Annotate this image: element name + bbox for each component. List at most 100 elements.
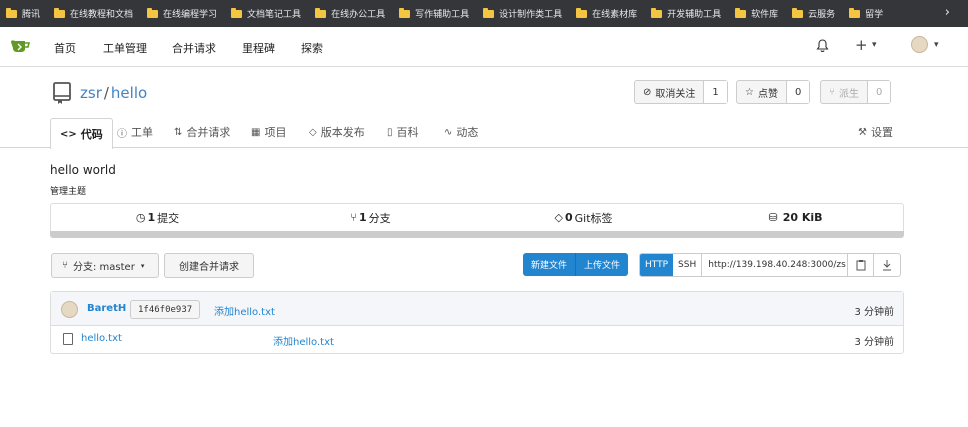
avatar[interactable] xyxy=(61,301,78,318)
database-icon: ⛁ xyxy=(768,211,778,224)
bookmark-folder[interactable]: 在线素材库 xyxy=(576,7,637,20)
clone-url-input[interactable]: http://139.198.40.248:3000/zs xyxy=(702,254,849,276)
file-icon xyxy=(63,333,73,345)
commit-message[interactable]: 添加hello.txt xyxy=(214,303,275,318)
repo-separator: / xyxy=(103,84,109,102)
pull-request-icon: ⇅ xyxy=(174,126,183,138)
eye-slash-icon: ⊘ xyxy=(643,86,652,98)
tools-icon: ⚒ xyxy=(858,126,867,138)
file-actions: 新建文件 上传文件 xyxy=(523,253,629,276)
folder-icon xyxy=(483,7,495,18)
unwatch-button[interactable]: ⊘ 取消关注 xyxy=(635,81,705,103)
bookmark-folder[interactable]: 文档笔记工具 xyxy=(231,7,301,20)
tag-icon: ◇ xyxy=(554,211,563,224)
branch-icon: ⑂ xyxy=(350,211,357,224)
top-navigation: 首页 工单管理 合并请求 里程碑 探索 + ▾ ▾ xyxy=(0,27,968,67)
folder-icon xyxy=(6,7,17,18)
folder-icon xyxy=(792,7,804,18)
nav-milestones[interactable]: 里程碑 xyxy=(242,40,275,56)
file-commit-message[interactable]: 添加hello.txt xyxy=(273,333,334,348)
bookmark-folder[interactable]: 在线教程和文档 xyxy=(54,7,133,20)
bookmark-folder[interactable]: 在线编程学习 xyxy=(147,7,217,20)
http-clone-button[interactable]: HTTP xyxy=(640,254,674,276)
bookmark-item[interactable]: 腾讯 xyxy=(6,7,40,20)
history-icon: ◷ xyxy=(135,211,146,224)
file-name[interactable]: hello.txt xyxy=(81,333,122,344)
bookmark-folder[interactable]: 云服务 xyxy=(792,7,835,20)
commit-sha-button[interactable]: 1f46f0e937 xyxy=(130,300,201,319)
chevron-down-icon[interactable]: ▾ xyxy=(934,40,939,50)
tab-settings[interactable]: ⚒ 设置 xyxy=(858,124,893,140)
tab-pull-requests[interactable]: ⇅ 合并请求 xyxy=(174,124,230,140)
repo-owner-link[interactable]: zsr xyxy=(80,84,102,102)
folder-icon xyxy=(735,7,747,18)
gitea-logo-icon[interactable] xyxy=(10,39,30,53)
book-icon: ▯ xyxy=(387,126,393,138)
repo-title: zsr / hello xyxy=(80,84,147,102)
create-pull-request-button[interactable]: 创建合并请求 xyxy=(164,253,254,278)
folder-icon xyxy=(576,7,588,18)
clone-panel: HTTP SSH http://139.198.40.248:3000/zs xyxy=(639,253,902,277)
nav-home[interactable]: 首页 xyxy=(54,40,76,56)
repo-description: hello world xyxy=(50,163,116,177)
chevron-right-icon[interactable]: › xyxy=(945,5,950,20)
tab-code[interactable]: <> 代码 xyxy=(50,118,113,149)
folder-icon xyxy=(315,7,327,18)
tab-issues[interactable]: ⓘ 工单 xyxy=(117,124,153,140)
branches-stat[interactable]: ⑂ 1 分支 xyxy=(264,204,477,231)
table-row[interactable]: hello.txt 添加hello.txt 3 分钟前 xyxy=(51,327,903,354)
avatar[interactable] xyxy=(911,36,928,53)
nav-pull-requests[interactable]: 合并请求 xyxy=(172,40,216,56)
bookmark-folder[interactable]: 在线办公工具 xyxy=(315,7,385,20)
download-icon[interactable] xyxy=(874,254,900,276)
nav-explore[interactable]: 探索 xyxy=(301,40,323,56)
ssh-clone-button[interactable]: SSH xyxy=(673,254,703,276)
commit-author[interactable]: BaretH xyxy=(87,303,126,314)
repo-stats: ◷ 1 提交 ⑂ 1 分支 ◇ 0 Git标签 ⛁ 20 KiB xyxy=(50,203,904,231)
fork-icon: ⑂ xyxy=(829,86,835,98)
file-table: BaretH 1f46f0e937 添加hello.txt 3 分钟前 hell… xyxy=(50,291,904,354)
repo-icon xyxy=(53,82,71,104)
fork-button[interactable]: ⑂ 派生 xyxy=(821,81,868,103)
tab-projects[interactable]: ▦ 项目 xyxy=(251,124,286,140)
folder-icon xyxy=(231,7,243,18)
tags-stat[interactable]: ◇ 0 Git标签 xyxy=(477,204,690,231)
bookmark-folder[interactable]: 写作辅助工具 xyxy=(399,7,469,20)
star-button[interactable]: ☆ 点赞 xyxy=(737,81,787,103)
watchers-count[interactable]: 1 xyxy=(704,81,727,103)
repo-name-link[interactable]: hello xyxy=(111,84,147,102)
size-stat: ⛁ 20 KiB xyxy=(768,211,823,224)
commits-stat[interactable]: ◷ 1 提交 xyxy=(51,204,264,231)
latest-commit-row: BaretH 1f46f0e937 添加hello.txt 3 分钟前 xyxy=(51,292,903,326)
nav-issues[interactable]: 工单管理 xyxy=(103,40,147,56)
branch-icon: ⑂ xyxy=(62,260,68,271)
code-icon: <> xyxy=(60,128,77,140)
folder-icon xyxy=(147,7,159,18)
bookmark-folder[interactable]: 软件库 xyxy=(735,7,778,20)
forks-count[interactable]: 0 xyxy=(868,81,891,103)
branch-selector[interactable]: ⑂ 分支: master ▾ xyxy=(51,253,159,278)
star-button-group: ☆ 点赞 0 xyxy=(736,80,811,104)
chevron-down-icon[interactable]: ▾ xyxy=(872,40,877,50)
bell-icon[interactable] xyxy=(816,39,829,53)
bookmark-folder[interactable]: 开发辅助工具 xyxy=(651,7,721,20)
manage-topics-link[interactable]: 管理主题 xyxy=(50,184,86,197)
star-icon: ☆ xyxy=(745,86,754,98)
stars-count[interactable]: 0 xyxy=(786,81,810,103)
upload-file-button[interactable]: 上传文件 xyxy=(575,253,629,276)
language-bar xyxy=(50,231,904,238)
bookmark-folder[interactable]: 留学 xyxy=(849,7,883,20)
tab-activity[interactable]: ∿ 动态 xyxy=(444,124,478,140)
caret-down-icon: ▾ xyxy=(140,261,145,270)
bookmarks-bar: 腾讯 在线教程和文档 在线编程学习 文档笔记工具 在线办公工具 写作辅助工具 设… xyxy=(0,0,968,27)
new-file-button[interactable]: 新建文件 xyxy=(523,253,576,276)
folder-icon xyxy=(54,7,66,18)
unwatch-button-group: ⊘ 取消关注 1 xyxy=(634,80,728,104)
create-new-button[interactable]: + xyxy=(855,36,868,54)
project-icon: ▦ xyxy=(251,126,261,138)
commit-time: 3 分钟前 xyxy=(854,307,894,318)
tab-releases[interactable]: ◇ 版本发布 xyxy=(309,124,365,140)
clipboard-icon[interactable] xyxy=(848,254,875,276)
bookmark-folder[interactable]: 设计制作类工具 xyxy=(483,7,562,20)
tab-wiki[interactable]: ▯ 百科 xyxy=(387,124,419,140)
